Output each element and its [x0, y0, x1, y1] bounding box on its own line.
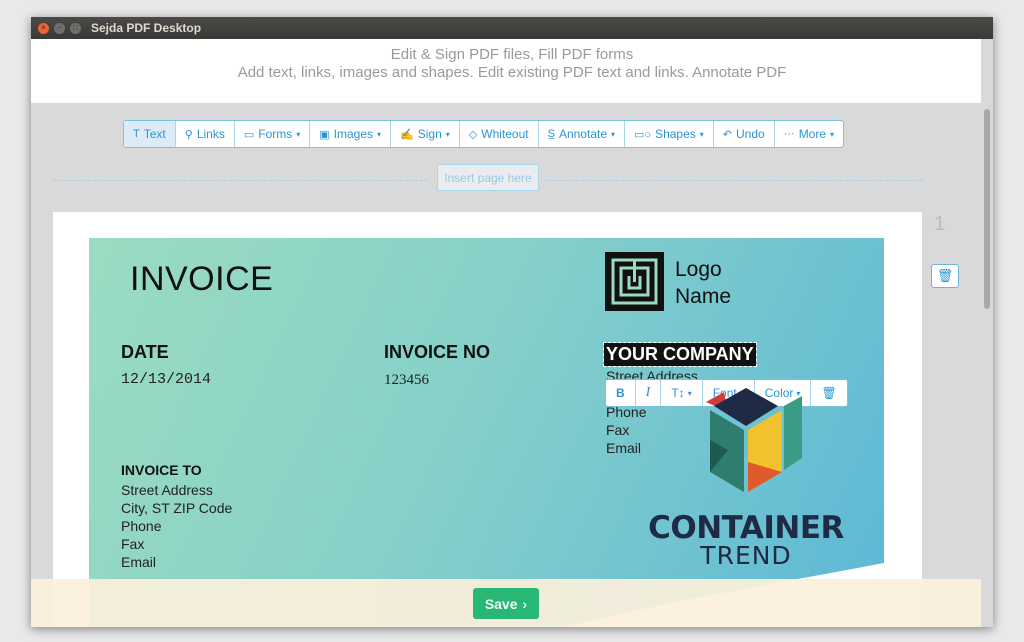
- toolbar-forms-button[interactable]: ▭ Forms ▾: [235, 121, 311, 147]
- date-label[interactable]: DATE: [121, 342, 169, 363]
- chevron-down-icon: ▾: [830, 129, 835, 139]
- invoice-to-fax[interactable]: Fax: [121, 536, 144, 554]
- close-window-button[interactable]: ×: [38, 22, 49, 34]
- toolbar-images-button[interactable]: ▣ Images ▾: [310, 121, 392, 147]
- chevron-down-icon: ▾: [699, 129, 704, 139]
- watermark-line-2: TREND: [700, 541, 792, 570]
- text-icon: T: [133, 128, 140, 140]
- toolbar-label: Text: [143, 127, 166, 141]
- delete-page-button[interactable]: 🗑: [931, 264, 959, 288]
- toolbar-label: Images: [333, 127, 374, 141]
- page-number: 1: [934, 213, 946, 235]
- invoice-to-label[interactable]: INVOICE TO: [121, 462, 202, 478]
- toolbar-shapes-button[interactable]: ▭○ Shapes ▾: [625, 121, 714, 147]
- chevron-down-icon: ▾: [445, 129, 450, 139]
- header-line-1: Edit & Sign PDF files, Fill PDF forms: [390, 46, 634, 63]
- header-line-2: Add text, links, images and shapes. Edit…: [237, 64, 787, 81]
- toolbar-label: More: [798, 127, 827, 141]
- toolbar-text-button[interactable]: T Text: [124, 121, 176, 147]
- vertical-scrollbar[interactable]: [981, 39, 993, 627]
- toolbar-label: Whiteout: [481, 127, 529, 141]
- forms-icon: ▭: [243, 128, 255, 141]
- chevron-down-icon: ▾: [296, 129, 301, 139]
- ellipsis-icon: ···: [783, 128, 795, 140]
- insert-page-button[interactable]: Insert page here: [437, 164, 539, 191]
- toolbar-label: Links: [196, 127, 225, 141]
- eraser-icon: ◇: [468, 128, 478, 141]
- maze-logo-icon[interactable]: [605, 252, 664, 311]
- chevron-down-icon: ▾: [611, 129, 616, 139]
- toolbar-sign-button[interactable]: ✍ Sign ▾: [391, 121, 460, 147]
- window-title: Sejda PDF Desktop: [91, 21, 202, 35]
- annotate-icon: S̲: [547, 128, 555, 140]
- minimize-window-button[interactable]: –: [54, 22, 65, 34]
- main-toolbar: T Text ⚲ Links ▭ Forms ▾ ▣ Images ▾ ✍ Sign ▾ ◇ Whiteou…: [123, 120, 845, 148]
- toolbar-undo-button[interactable]: ↶ Undo: [714, 121, 775, 147]
- toolbar-label: Annotate: [558, 127, 607, 141]
- chevron-right-icon: ›: [522, 595, 528, 612]
- toolbar-label: Forms: [258, 127, 293, 141]
- image-icon: ▣: [319, 128, 330, 141]
- logo-name-line-1: Logo: [675, 258, 722, 281]
- toolbar-annotate-button[interactable]: S̲ Annotate ▾: [539, 121, 626, 147]
- title-bar: × – □ Sejda PDF Desktop: [31, 17, 993, 39]
- shapes-icon: ▭○: [634, 128, 652, 141]
- insert-divider-right: [546, 180, 923, 181]
- company-name-selected[interactable]: YOUR COMPANY: [603, 342, 757, 367]
- trash-icon: 🗑: [936, 268, 954, 283]
- toolbar-whiteout-button[interactable]: ◇ Whiteout: [460, 121, 539, 147]
- signature-icon: ✍: [400, 128, 414, 141]
- invoice-title[interactable]: INVOICE: [130, 260, 273, 299]
- invoice-to-phone[interactable]: Phone: [121, 518, 161, 536]
- toolbar-links-button[interactable]: ⚲ Links: [176, 121, 235, 147]
- toolbar-label: Sign: [417, 127, 442, 141]
- link-icon: ⚲: [184, 128, 193, 141]
- page-header: Edit & Sign PDF files, Fill PDF forms Ad…: [31, 39, 993, 103]
- invoice-to-city[interactable]: City, ST ZIP Code: [121, 500, 232, 518]
- save-label: Save: [484, 595, 518, 612]
- invoice-no-label[interactable]: INVOICE NO: [384, 342, 490, 363]
- scrollbar-thumb[interactable]: [984, 109, 990, 309]
- undo-icon: ↶: [722, 128, 732, 141]
- cube-logo-icon: [706, 388, 802, 492]
- toolbar-label: Shapes: [655, 127, 696, 141]
- chevron-down-icon: ▾: [377, 129, 382, 139]
- save-bar: Save ›: [31, 579, 981, 627]
- insert-divider-left: [53, 180, 428, 181]
- date-value[interactable]: 12/13/2014: [121, 371, 211, 388]
- invoice-to-street[interactable]: Street Address: [121, 482, 213, 500]
- invoice-to-email[interactable]: Email: [121, 554, 156, 572]
- logo-name[interactable]: Logo Name: [675, 256, 731, 310]
- invoice-no-value[interactable]: 123456: [384, 372, 429, 389]
- logo-name-line-2: Name: [675, 285, 732, 308]
- container-trend-watermark: CONTAINER TREND: [626, 380, 866, 580]
- save-button[interactable]: Save ›: [473, 588, 539, 619]
- toolbar-label: Undo: [736, 127, 765, 141]
- maximize-window-button[interactable]: □: [70, 22, 81, 34]
- toolbar-more-button[interactable]: ··· More ▾: [775, 121, 843, 147]
